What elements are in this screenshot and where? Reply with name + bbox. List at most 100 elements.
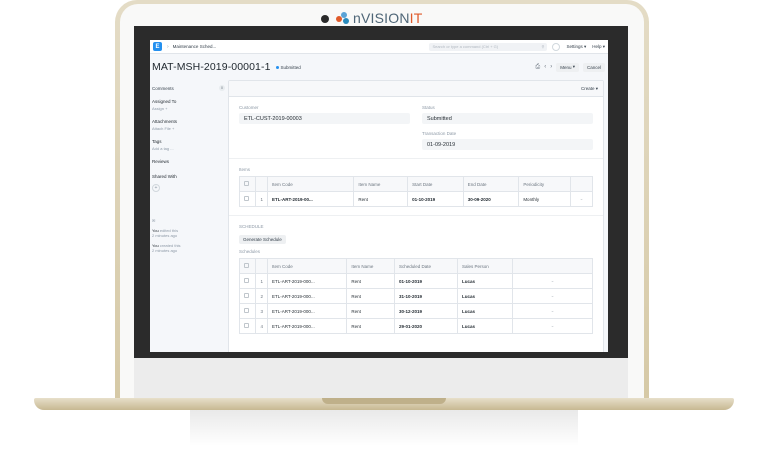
assign-link[interactable]: Assign + [152,106,225,111]
search-input[interactable]: Search or type a command (Ctrl + G) ⚲ [429,42,548,51]
item-code-cell[interactable]: ETL-ART-2019-00... [266,191,355,207]
transaction-date-field[interactable]: 01-09-2019 [422,139,593,150]
sales-person-cell[interactable]: Lucas [457,318,513,334]
column-header: Item Code [266,258,348,274]
table-row[interactable]: 1 ETL-ART-2019-000... Rent 01-10-2019 Lu… [239,273,593,289]
item-name-cell[interactable]: Rent [346,318,396,334]
details-section: Customer ETL-CUST-2019-00003 Status Subm… [229,97,603,159]
attach-file-link[interactable]: Attach File + [152,126,225,131]
start-date-cell[interactable]: 01-10-2019 [407,191,464,207]
table-row[interactable]: 3 ETL-ART-2019-000... Rent 30-12-2019 Lu… [239,303,593,319]
row-index: 2 [255,288,268,304]
page-actions: ⎙ ‹ › Menu ▾ Cancel [535,62,605,72]
periodicity-cell[interactable]: Monthly [518,191,571,207]
menu-label: Menu [560,64,572,70]
status-label: Status [422,105,435,110]
menu-button[interactable]: Menu ▾ [556,62,579,72]
column-header: Start Date [407,176,464,192]
tags-label: Tags [152,139,162,144]
row-checkbox[interactable] [244,323,249,328]
item-name-cell[interactable]: Rent [353,191,409,207]
column-header: Item Name [346,258,396,274]
status-dot-icon [275,65,279,69]
row-checkbox[interactable] [244,278,249,283]
table-header-row: Item Code Item Name Start Date End Date … [239,176,593,192]
print-icon[interactable]: ⎙ [535,64,540,71]
brand-suffix: IT [409,10,423,26]
add-icon: + [172,126,175,131]
camera-icon [321,15,329,23]
sales-person-cell[interactable]: Lucas [457,273,513,289]
end-date-cell[interactable]: 30-09-2020 [462,191,520,207]
table-row[interactable]: 4 ETL-ART-2019-000... Rent 29-01-2020 Lu… [239,318,593,334]
select-all-checkbox[interactable] [244,181,249,186]
brand-logo: nVISIONIT [336,9,423,27]
assign-label: Assign [152,106,165,111]
scheduled-date-cell[interactable]: 01-10-2019 [394,273,459,289]
help-label: Help [592,43,602,49]
item-name-cell[interactable]: Rent [346,273,396,289]
row-expand-icon[interactable]: ⌄ [570,191,593,207]
row-expand-icon[interactable]: ⌄ [512,318,593,334]
screen: E › Maintenance Sched... Search or type … [134,26,628,358]
prev-icon[interactable]: ‹ [544,64,546,70]
avatar[interactable] [552,42,561,51]
settings-menu[interactable]: Settings ▾ [566,44,586,50]
row-checkbox[interactable] [244,308,249,313]
form-sidebar: Comments 0 Assigned To Assign + Attachme… [150,80,228,352]
scheduled-date-cell[interactable]: 31-10-2019 [394,288,459,304]
item-name-cell[interactable]: Rent [346,303,396,319]
row-checkbox[interactable] [244,196,249,201]
shared-with-label: Shared With [152,174,177,179]
sales-person-cell[interactable]: Lucas [457,288,513,304]
add-tag-link[interactable]: Add a tag ... [152,146,225,151]
reviews-label: Reviews [152,159,170,164]
schedules-label: Schedules [239,249,261,254]
share-add-icon[interactable]: + [152,184,160,192]
app-logo[interactable]: E [153,42,162,51]
items-section: Items Item Code Item Name Start Date End… [229,159,603,216]
comments-row[interactable]: Comments 0 [152,85,225,91]
customer-label: Customer [239,105,259,110]
row-index: 1 [255,273,268,289]
item-code-cell[interactable]: ETL-ART-2019-000... [266,318,348,334]
item-code-cell[interactable]: ETL-ART-2019-000... [266,288,348,304]
item-name-cell[interactable]: Rent [346,288,396,304]
page-header: MAT-MSH-2019-00001-1 Submitted ⎙ ‹ › Men… [150,54,608,80]
status-badge: Submitted [280,64,301,70]
help-menu[interactable]: Help ▾ [592,44,605,50]
page-title: MAT-MSH-2019-00001-1 [152,61,271,73]
row-expand-icon[interactable]: ⌄ [512,303,593,319]
row-checkbox[interactable] [244,293,249,298]
scheduled-date-cell[interactable]: 30-12-2019 [394,303,459,319]
activity-time: 2 minutes ago [152,248,178,253]
comments-count: 0 [219,85,225,91]
generate-schedule-button[interactable]: Generate Schedule [239,235,286,244]
create-button[interactable]: Create ▾ [581,86,598,92]
laptop-shadow [190,410,578,446]
column-header: Scheduled Date [394,258,459,274]
settings-label: Settings [566,43,583,49]
row-index: 4 [255,318,268,334]
select-all-checkbox[interactable] [244,263,249,268]
next-icon[interactable]: › [550,64,552,70]
table-row[interactable]: 1 ETL-ART-2019-00... Rent 01-10-2019 30-… [239,191,593,207]
cancel-button[interactable]: Cancel [582,62,605,72]
status-field: Submitted [422,113,593,124]
item-code-cell[interactable]: ETL-ART-2019-000... [266,303,348,319]
customer-field[interactable]: ETL-CUST-2019-00003 [239,113,410,124]
schedule-section: SCHEDULE Generate Schedule Schedules Ite… [229,216,603,342]
brand-prefix: n [353,10,361,26]
search-icon: ⚲ [541,44,545,49]
column-header: Periodicity [518,176,571,192]
scheduled-date-cell[interactable]: 29-01-2020 [394,318,459,334]
item-code-cell[interactable]: ETL-ART-2019-000... [266,273,348,289]
items-table: Item Code Item Name Start Date End Date … [239,176,593,207]
sales-person-cell[interactable]: Lucas [457,303,513,319]
row-expand-icon[interactable]: ⌄ [512,288,593,304]
table-row[interactable]: 2 ETL-ART-2019-000... Rent 31-10-2019 Lu… [239,288,593,304]
breadcrumb[interactable]: Maintenance Sched... [173,44,217,49]
laptop-base-notch [322,398,446,404]
row-expand-icon[interactable]: ⌄ [512,273,593,289]
breadcrumb-chevron-icon: › [167,43,169,50]
